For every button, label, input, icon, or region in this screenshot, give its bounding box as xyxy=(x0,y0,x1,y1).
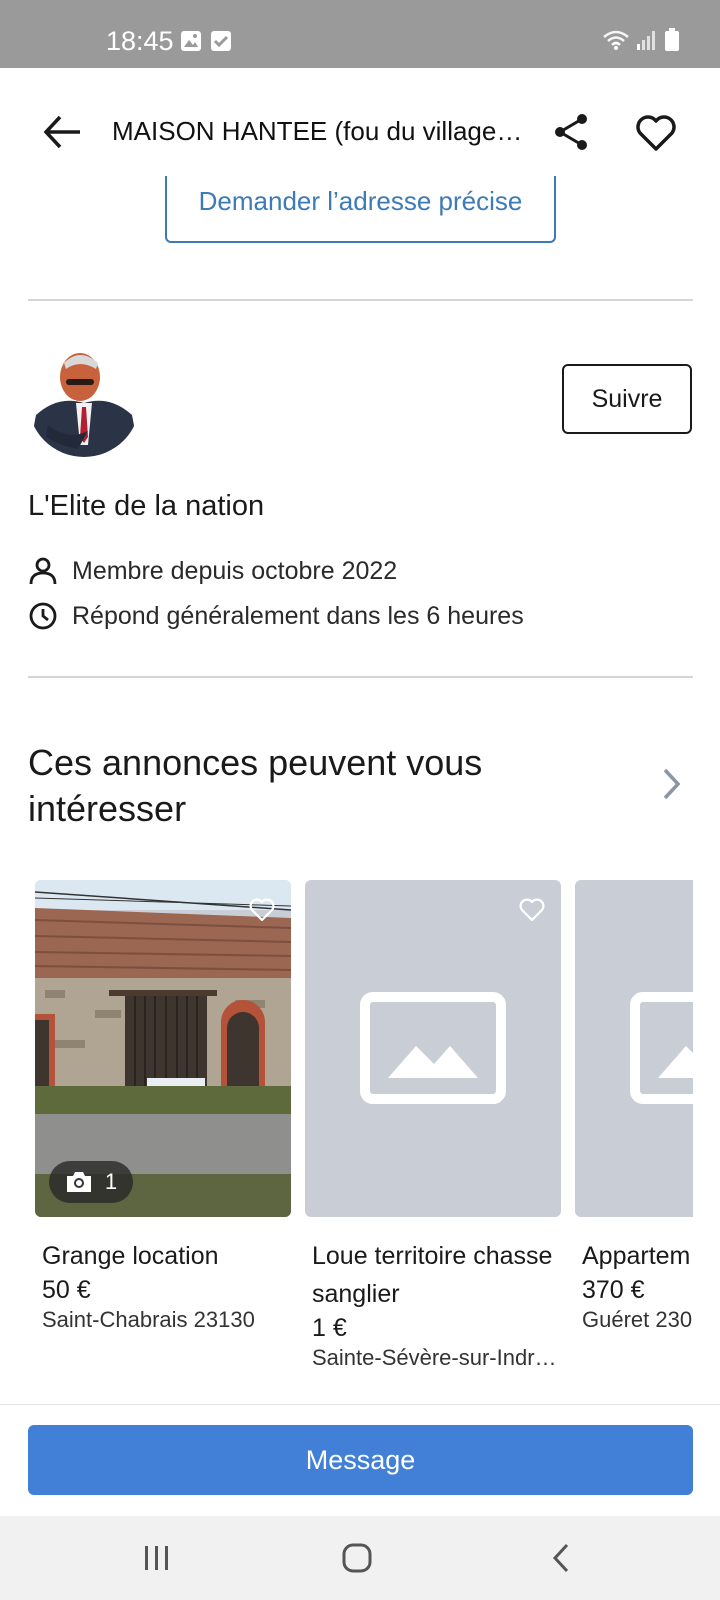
listing-photo-placeholder[interactable] xyxy=(305,880,561,1217)
heart-icon[interactable] xyxy=(247,894,277,924)
image-placeholder-icon xyxy=(360,992,506,1104)
divider xyxy=(28,676,693,678)
status-bar: 18:45 xyxy=(0,0,720,68)
listing-location: Saint-Chabrais 23130 xyxy=(42,1307,255,1332)
status-indicators xyxy=(602,28,680,52)
response-time-row: Répond généralement dans les 6 heures xyxy=(28,601,524,631)
image-icon xyxy=(181,31,201,51)
follow-button[interactable]: Suivre xyxy=(562,364,692,434)
heart-icon[interactable] xyxy=(517,894,547,924)
listing-photo-placeholder[interactable] xyxy=(575,880,693,1217)
recent-apps-icon[interactable] xyxy=(137,1538,177,1578)
back-arrow-icon[interactable] xyxy=(38,108,86,156)
member-since-row: Membre depuis octobre 2022 xyxy=(28,556,397,586)
check-box-icon xyxy=(211,31,231,51)
divider xyxy=(28,299,693,301)
page-title: MAISON HANTEE (fou du village… xyxy=(112,116,523,146)
listing-location: Guéret 230 xyxy=(582,1307,693,1332)
listing-title: Loue territoire chasse sanglier xyxy=(312,1242,553,1308)
listing-price: 50 € xyxy=(42,1276,91,1304)
share-icon[interactable] xyxy=(548,108,596,156)
listing-price: 1 € xyxy=(312,1314,347,1342)
back-nav-icon[interactable] xyxy=(542,1538,582,1578)
home-icon[interactable] xyxy=(337,1538,377,1578)
recommendations-title: Ces annonces peuvent vous intéresser xyxy=(28,742,483,829)
listing-title: Appartem xyxy=(582,1242,691,1270)
image-placeholder-icon xyxy=(630,992,693,1104)
member-since-text: Membre depuis octobre 2022 xyxy=(72,556,398,585)
message-button[interactable]: Message xyxy=(28,1425,693,1495)
heart-icon[interactable] xyxy=(632,108,680,156)
camera-icon xyxy=(66,1172,91,1192)
listing-card[interactable]: 1 Grange location 50 € Saint-Chabrais 23… xyxy=(35,880,291,1335)
seller-name[interactable]: L'Elite de la nation xyxy=(28,490,264,523)
system-nav-bar xyxy=(0,1516,720,1600)
person-icon xyxy=(29,557,57,585)
photo-count: 1 xyxy=(104,1169,118,1194)
clock-icon xyxy=(29,602,57,630)
listing-carousel[interactable]: 1 Grange location 50 € Saint-Chabrais 23… xyxy=(35,880,693,1400)
photo-count-badge: 1 xyxy=(49,1161,133,1203)
listing-price: 370 € xyxy=(582,1276,645,1304)
response-time-text: Répond généralement dans les 6 heures xyxy=(72,601,524,630)
status-time: 18:45 xyxy=(106,26,174,56)
chevron-right-icon[interactable] xyxy=(656,766,686,802)
request-address-button[interactable]: Demander l’adresse précise xyxy=(165,176,556,243)
listing-location: Sainte-Sévère-sur-Indr… xyxy=(312,1345,557,1370)
signal-icon xyxy=(637,31,655,50)
wifi-icon xyxy=(603,30,629,50)
bottom-action-bar: Message xyxy=(0,1404,720,1516)
listing-title: Grange location xyxy=(42,1242,219,1270)
listing-card[interactable]: Appartem 370 € Guéret 230 xyxy=(575,880,693,1335)
listing-photo[interactable]: 1 xyxy=(35,880,291,1217)
listing-card[interactable]: Loue territoire chasse sanglier 1 € Sain… xyxy=(305,880,561,1373)
avatar[interactable] xyxy=(28,345,140,457)
battery-icon xyxy=(665,28,679,51)
